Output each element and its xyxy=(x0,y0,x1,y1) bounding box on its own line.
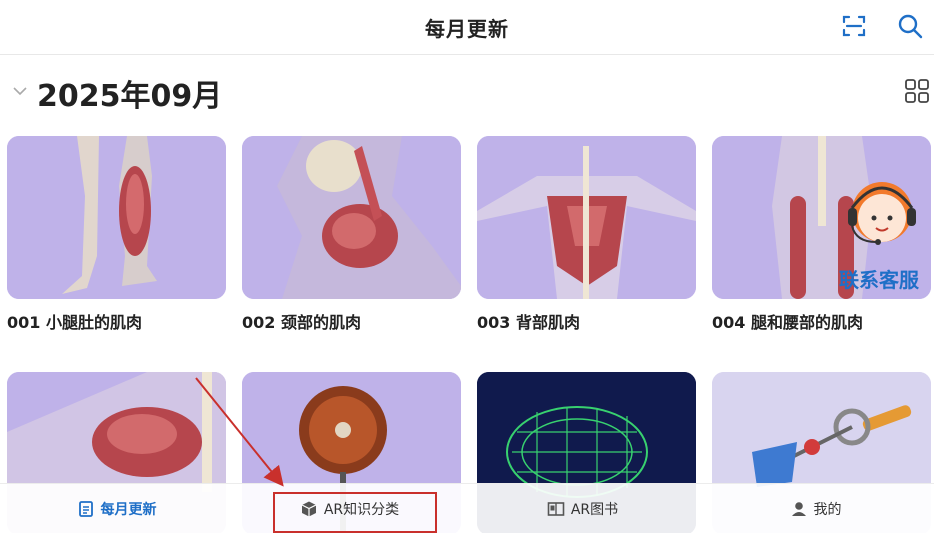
annotation-highlight-box xyxy=(273,492,437,533)
annotation-arrow xyxy=(195,377,284,487)
